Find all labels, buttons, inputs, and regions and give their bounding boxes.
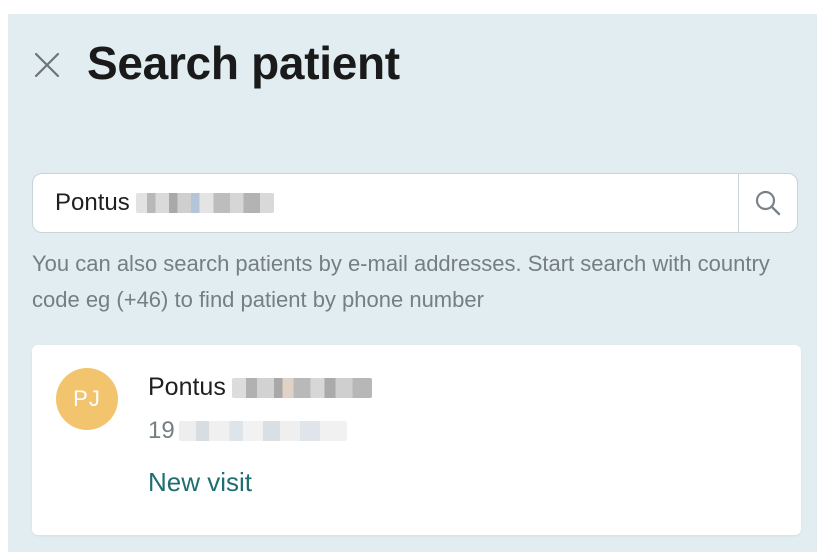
redacted-patient-id xyxy=(178,421,347,441)
search-input-value[interactable]: Pontus xyxy=(55,174,274,232)
patient-result-card[interactable]: PJ Pontus 19 New visit xyxy=(32,345,801,535)
close-icon xyxy=(34,52,60,78)
panel-header: Search patient xyxy=(8,14,817,124)
patient-name: Pontus xyxy=(148,373,372,402)
new-visit-link[interactable]: New visit xyxy=(148,467,252,498)
close-button[interactable] xyxy=(32,50,62,80)
avatar: PJ xyxy=(56,368,118,430)
search-input[interactable]: Pontus xyxy=(32,173,798,233)
redacted-patient-surname xyxy=(231,377,372,398)
patient-id-prefix: 19 xyxy=(148,417,175,444)
search-query-text: Pontus xyxy=(55,189,130,216)
redacted-surname xyxy=(135,193,274,213)
patient-first-name: Pontus xyxy=(148,373,226,401)
page-title: Search patient xyxy=(87,37,400,89)
patient-id: 19 xyxy=(148,417,347,445)
search-button[interactable] xyxy=(739,174,797,232)
search-patient-panel: Search patient Pontus You can also searc… xyxy=(8,14,817,552)
search-hint: You can also search patients by e-mail a… xyxy=(32,251,770,312)
search-icon xyxy=(755,190,781,216)
